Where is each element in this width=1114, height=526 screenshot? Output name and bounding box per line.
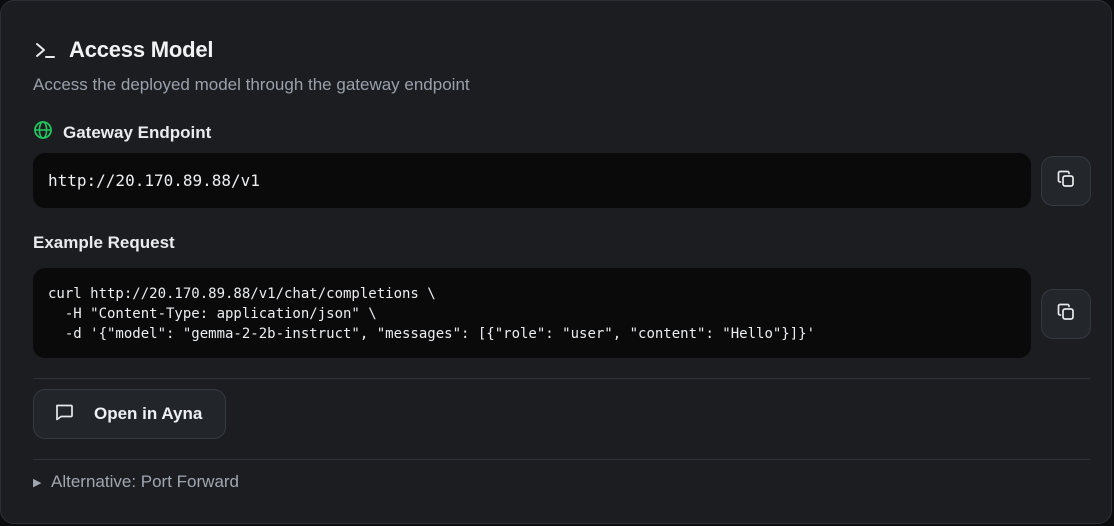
code-line: -d '{"model": "gemma-2-2b-instruct", "me…: [48, 326, 816, 342]
gateway-endpoint-label: Gateway Endpoint: [33, 120, 211, 145]
code-line: curl http://20.170.89.88/v1/chat/complet…: [48, 286, 436, 302]
divider: [33, 378, 1090, 379]
access-model-card: Access Model Access the deployed model t…: [0, 0, 1112, 524]
page-subtitle: Access the deployed model through the ga…: [33, 75, 470, 94]
title-row: Access Model: [33, 37, 214, 63]
copy-endpoint-button[interactable]: [1041, 156, 1091, 206]
example-request-label: Example Request: [33, 233, 175, 252]
divider: [33, 459, 1090, 460]
chat-bubble-icon: [54, 402, 74, 427]
endpoint-url-box[interactable]: http://20.170.89.88/v1: [33, 153, 1031, 208]
alternative-port-forward-toggle[interactable]: ▶ Alternative: Port Forward: [33, 472, 239, 492]
page-title: Access Model: [69, 37, 214, 62]
copy-icon: [1056, 302, 1076, 327]
open-in-ayna-button[interactable]: Open in Ayna: [33, 389, 226, 439]
globe-icon: [33, 120, 53, 145]
alternative-port-forward-label: Alternative: Port Forward: [51, 472, 240, 491]
terminal-icon: [33, 37, 57, 63]
copy-request-button[interactable]: [1041, 289, 1091, 339]
gateway-endpoint-label-text: Gateway Endpoint: [63, 122, 212, 142]
example-request-code[interactable]: curl http://20.170.89.88/v1/chat/complet…: [33, 268, 1031, 358]
open-in-ayna-label: Open in Ayna: [94, 404, 203, 423]
code-line: -H "Content-Type: application/json" \: [48, 306, 377, 322]
triangle-right-icon: ▶: [33, 476, 42, 489]
endpoint-url[interactable]: http://20.170.89.88/v1: [48, 171, 260, 190]
copy-icon: [1056, 169, 1076, 194]
